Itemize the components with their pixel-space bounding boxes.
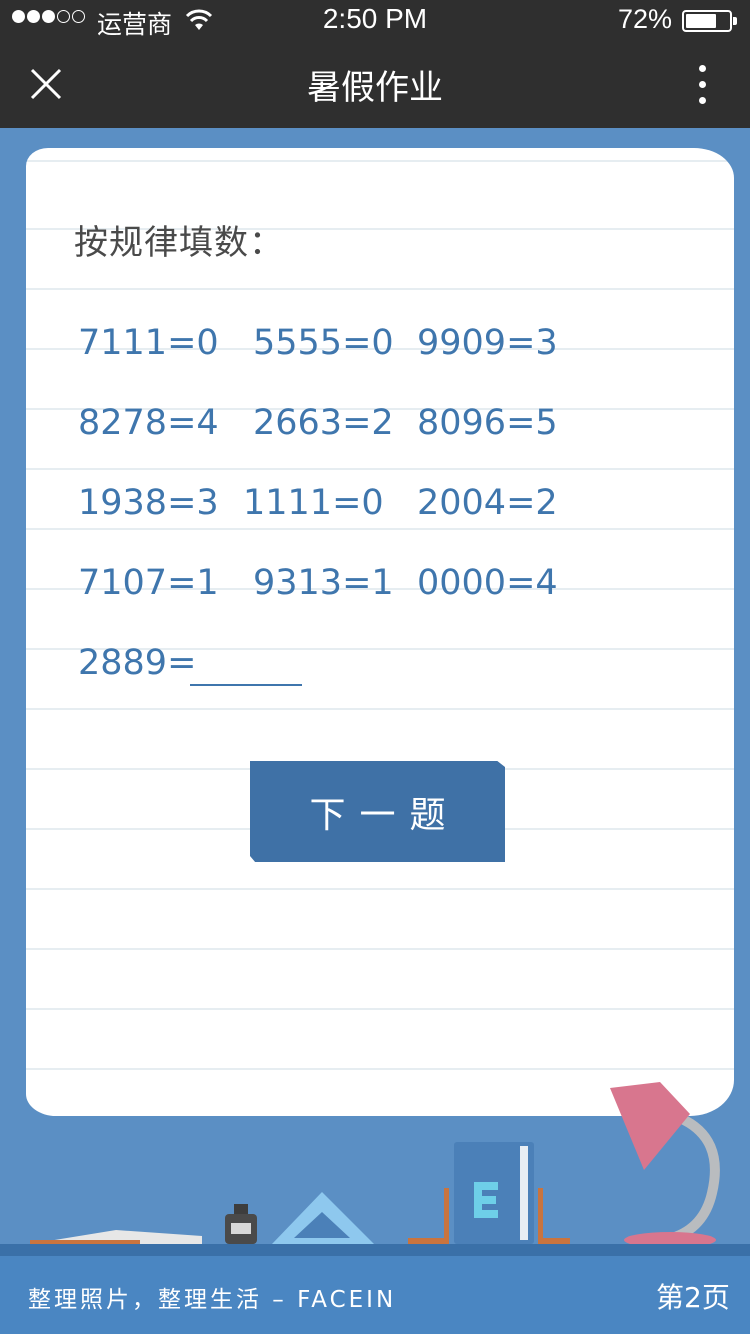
equation: 8096=5 — [417, 403, 558, 443]
next-question-button[interactable]: 下一题 — [250, 761, 505, 862]
answer-blank[interactable] — [190, 684, 302, 686]
equation: 5555=0 — [253, 323, 394, 363]
set-square-icon — [272, 1192, 374, 1244]
equation: 9909=3 — [417, 323, 558, 363]
equation: 0000=4 — [417, 563, 558, 603]
question-prompt: 2889= — [78, 643, 197, 683]
pencil-icon — [30, 1230, 202, 1244]
page-number: 第2页 — [656, 1281, 730, 1314]
equation: 7107=1 — [78, 563, 219, 603]
battery-icon — [682, 10, 737, 32]
equation: 7111=0 — [78, 323, 219, 363]
page-title: 暑假作业 — [307, 68, 443, 108]
desk-lamp-icon — [610, 1082, 720, 1248]
equation: 9313=1 — [253, 563, 394, 603]
status-bar: 运营商 2:50 PM 72% — [0, 0, 750, 40]
footer: 整理照片，整理生活 – FACEIN 第2页 — [0, 1256, 750, 1334]
ink-bottle-icon — [225, 1204, 257, 1244]
battery-percentage: 72% — [618, 4, 673, 34]
book-icon — [454, 1142, 534, 1244]
equation: 1111=0 — [243, 483, 384, 523]
equation: 2663=2 — [253, 403, 394, 443]
equation: 1938=3 — [78, 483, 219, 523]
next-question-label: 下一题 — [309, 794, 460, 836]
question-title: 按规律填数： — [74, 223, 284, 263]
question-card — [26, 148, 734, 1116]
footer-slogan: 整理照片，整理生活 – FACEIN — [28, 1287, 397, 1313]
desk-shelf — [0, 1244, 750, 1256]
bookend-left — [444, 1188, 449, 1244]
nav-bar: 暑假作业 — [0, 40, 750, 128]
more-vertical-icon[interactable] — [690, 62, 714, 108]
equation: 2004=2 — [417, 483, 558, 523]
bookend-right — [538, 1188, 543, 1244]
equation: 8278=4 — [78, 403, 219, 443]
